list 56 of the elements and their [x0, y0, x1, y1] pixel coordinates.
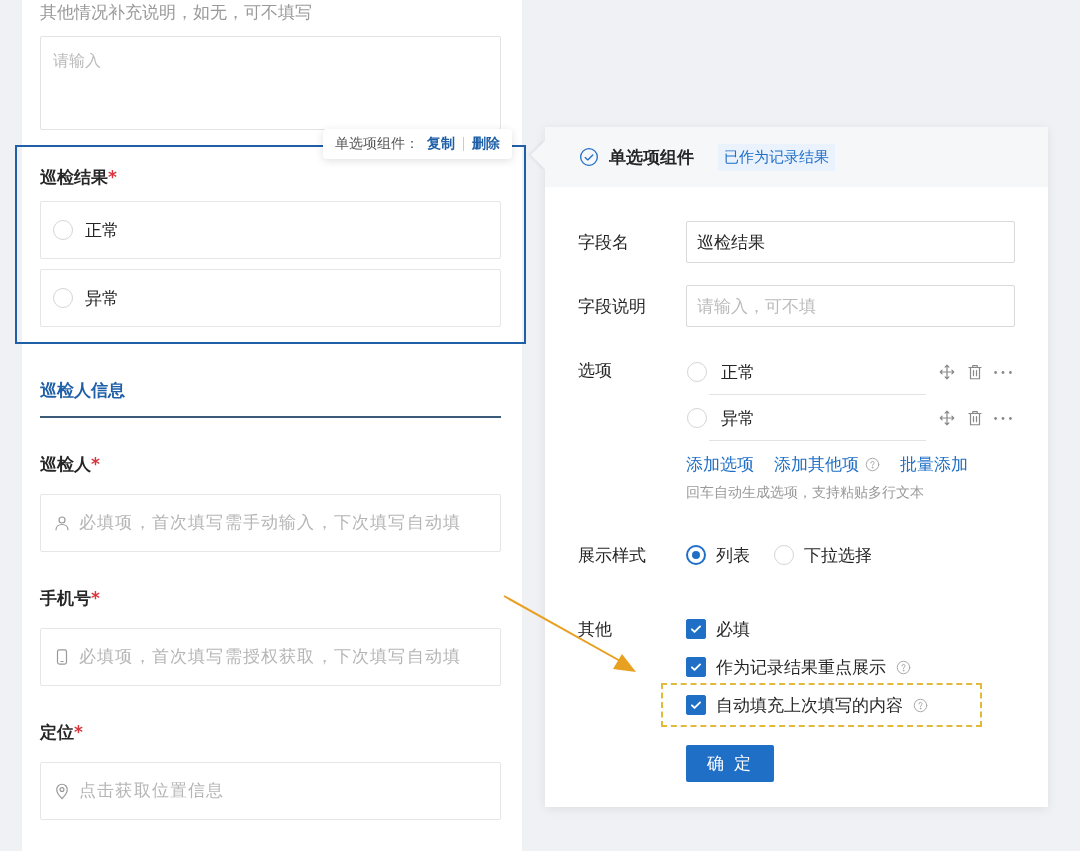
option-input[interactable]: 异常 [709, 395, 926, 441]
checkbox[interactable] [686, 619, 706, 639]
trash-icon [966, 409, 984, 427]
option-hint: 回车自动生成选项，支持粘贴多行文本 [686, 484, 925, 502]
toolbar-link[interactable]: 删除 [472, 135, 500, 153]
confirm-button[interactable]: 确 定 [686, 745, 774, 782]
checkbox-label[interactable]: 自动填充上次填写的内容 [716, 693, 928, 717]
move-icon [938, 409, 956, 427]
field-label: 巡检人 [40, 452, 91, 476]
checkbox[interactable] [686, 657, 706, 677]
person-icon [53, 514, 71, 532]
required-mark: * [91, 588, 100, 608]
check-circle-icon [579, 147, 599, 167]
input-field[interactable]: 巡检结果 [686, 221, 1015, 263]
help-icon [913, 697, 928, 713]
radio-label: 列表 [716, 543, 750, 567]
radio-option[interactable]: 正常 [40, 201, 501, 259]
option-label: 异常 [85, 286, 119, 310]
required-mark: * [91, 454, 100, 474]
placeholder-text: 必填项，首次填写需手动输入，下次填写自动填 [79, 512, 462, 534]
placeholder-text: 点击获取位置信息 [79, 780, 225, 802]
help-icon [896, 659, 911, 675]
panel-title: 单选项组件 [609, 145, 694, 169]
radio-button[interactable] [686, 545, 706, 565]
add-link[interactable]: 添加选项 [686, 453, 754, 476]
option-label: 正常 [85, 218, 119, 242]
required-mark: * [108, 167, 117, 187]
more-icon [994, 370, 1012, 374]
add-link[interactable]: 批量添加 [900, 453, 968, 476]
radio-option[interactable]: 异常 [40, 269, 501, 327]
form-label: 展示样式 [578, 544, 647, 567]
section-title: 巡检人信息 [40, 379, 501, 418]
location-pin-icon [53, 782, 71, 800]
checkbox-label[interactable]: 必填 [716, 617, 750, 641]
radio-label: 下拉选择 [804, 543, 872, 567]
trash-icon [966, 363, 984, 381]
required-mark: * [74, 722, 83, 742]
field-label: 巡检结果 [40, 165, 108, 189]
field-label: 定位 [40, 720, 74, 744]
toolbar-title: 单选项组件： [335, 135, 419, 153]
toolbar-link[interactable]: 复制 [427, 135, 455, 153]
field-label: 手机号 [40, 586, 91, 610]
more-icon [994, 416, 1012, 420]
checkbox[interactable] [686, 695, 706, 715]
option-input[interactable]: 正常 [709, 349, 926, 395]
form-label: 其他 [578, 618, 613, 641]
placeholder-text: 必填项，首次填写需授权获取，下次填写自动填 [79, 646, 462, 668]
form-label: 字段名 [578, 231, 630, 254]
checkbox-label[interactable]: 作为记录结果重点展示 [716, 655, 911, 679]
form-label: 字段说明 [578, 295, 647, 318]
add-link[interactable]: 添加其他项 [774, 453, 880, 476]
help-icon [865, 457, 880, 472]
move-icon [938, 363, 956, 381]
form-label: 选项 [578, 359, 613, 382]
status-badge: 已作为记录结果 [718, 143, 835, 171]
field-hint: 其他情况补充说明，如无，可不填写 [40, 1, 313, 24]
